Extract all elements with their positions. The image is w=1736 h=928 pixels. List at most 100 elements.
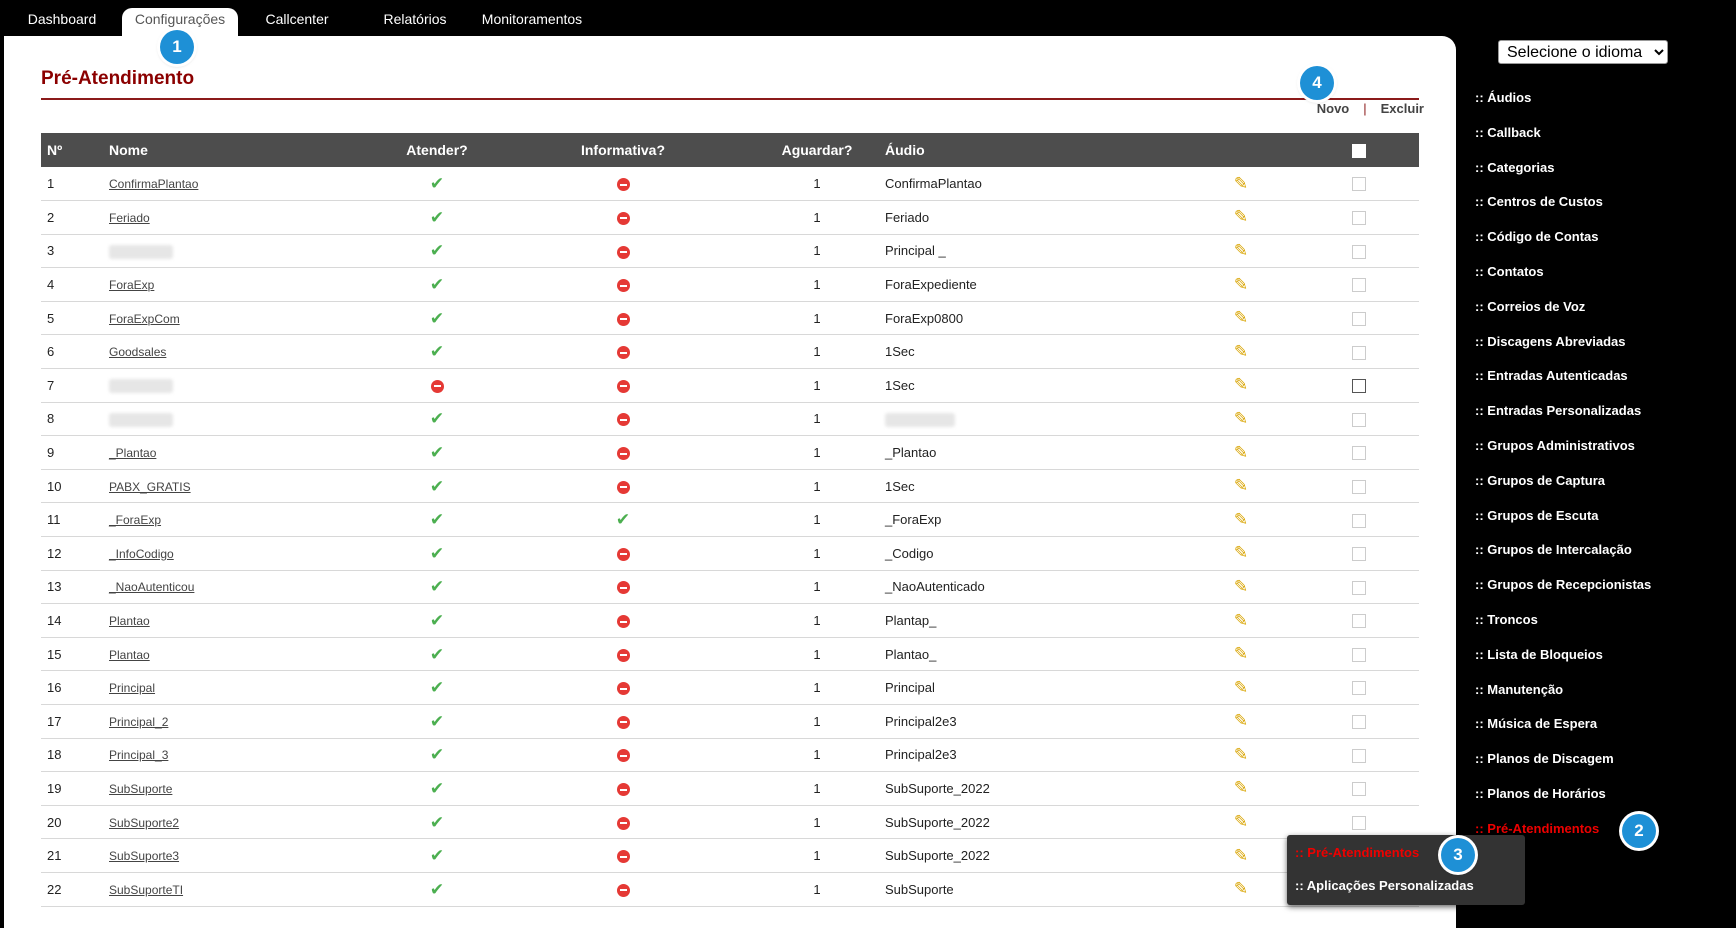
pencil-icon[interactable]: ✎ <box>1234 207 1248 226</box>
sidebar-menu-item[interactable]: :: Lista de Bloqueios <box>1475 647 1603 662</box>
sidebar-menu-item[interactable]: :: Áudios <box>1475 90 1531 105</box>
sidebar-menu-item[interactable]: :: Contatos <box>1475 264 1544 279</box>
pencil-icon[interactable]: ✎ <box>1234 611 1248 630</box>
submenu-item-pre-atendimentos[interactable]: :: Pré-Atendimentos <box>1295 845 1419 860</box>
sidebar-menu-item[interactable]: :: Grupos de Captura <box>1475 473 1605 488</box>
row-checkbox[interactable] <box>1352 211 1366 226</box>
row-checkbox[interactable] <box>1352 681 1366 696</box>
sidebar-menu-item[interactable]: :: Manutenção <box>1475 682 1563 697</box>
row-audio: 1Sec <box>885 478 915 494</box>
row-name-link[interactable]: SubSuporte <box>109 782 172 796</box>
row-checkbox[interactable] <box>1352 815 1366 830</box>
pencil-icon[interactable]: ✎ <box>1234 778 1248 797</box>
pencil-icon[interactable]: ✎ <box>1234 678 1248 697</box>
sidebar-menu-item[interactable]: :: Código de Contas <box>1475 229 1599 244</box>
sidebar-menu-item[interactable]: :: Entradas Autenticadas <box>1475 368 1628 383</box>
table-row: 11 _ForaExp ✔ ✔ 1 _ForaExp ✎ <box>41 503 1419 537</box>
row-name-link[interactable]: _InfoCodigo <box>109 547 174 561</box>
pencil-icon[interactable]: ✎ <box>1234 443 1248 462</box>
row-name-link[interactable]: Plantao <box>109 648 150 662</box>
sidebar-menu-item[interactable]: :: Planos de Horários <box>1475 786 1606 801</box>
row-checkbox[interactable] <box>1352 379 1366 394</box>
row-checkbox[interactable] <box>1352 580 1366 595</box>
pencil-icon[interactable]: ✎ <box>1234 577 1248 596</box>
pencil-icon[interactable]: ✎ <box>1234 241 1248 260</box>
row-checkbox[interactable] <box>1352 748 1366 763</box>
row-name-link[interactable]: ForaExp <box>109 278 154 292</box>
pencil-icon[interactable]: ✎ <box>1234 644 1248 663</box>
pencil-icon[interactable]: ✎ <box>1234 543 1248 562</box>
row-checkbox[interactable] <box>1352 647 1366 662</box>
sidebar-menu-item[interactable]: :: Entradas Personalizadas <box>1475 403 1641 418</box>
row-checkbox[interactable] <box>1352 513 1366 528</box>
sidebar-menu-item[interactable]: :: Grupos de Recepcionistas <box>1475 577 1651 592</box>
sidebar-menu-item[interactable]: :: Correios de Voz <box>1475 299 1585 314</box>
pencil-icon[interactable]: ✎ <box>1234 846 1248 865</box>
row-name-link[interactable]: SubSuporte2 <box>109 816 179 830</box>
row-checkbox[interactable] <box>1352 412 1366 427</box>
sidebar-menu-item[interactable]: :: Pré-Atendimentos <box>1475 821 1599 836</box>
row-checkbox[interactable] <box>1352 446 1366 461</box>
pencil-icon[interactable]: ✎ <box>1234 275 1248 294</box>
row-name-link[interactable]: Plantao <box>109 614 150 628</box>
row-audio: SubSuporte_2022 <box>885 848 990 864</box>
tab-monitoramentos[interactable]: Monitoramentos <box>476 8 588 38</box>
row-name-link[interactable]: Goodsales <box>109 345 166 359</box>
no-entry-icon <box>616 816 630 830</box>
sidebar-menu-item[interactable]: :: Grupos Administrativos <box>1475 438 1635 453</box>
tab-dashboard[interactable]: Dashboard <box>14 8 110 38</box>
row-name-link[interactable]: SubSuporte3 <box>109 849 179 863</box>
row-name-link[interactable]: _ForaExp <box>109 513 161 527</box>
row-name-link[interactable]: ConfirmaPlantao <box>109 177 198 191</box>
language-select[interactable]: Selecione o idioma <box>1498 40 1668 64</box>
pencil-icon[interactable]: ✎ <box>1234 409 1248 428</box>
row-checkbox[interactable] <box>1352 479 1366 494</box>
pencil-icon[interactable]: ✎ <box>1234 375 1248 394</box>
sidebar-menu-item[interactable]: :: Centros de Custos <box>1475 194 1603 209</box>
pencil-icon[interactable]: ✎ <box>1234 812 1248 831</box>
table-row: 15 Plantao ✔ 1 Plantao_ ✎ <box>41 637 1419 671</box>
row-checkbox[interactable] <box>1352 782 1366 797</box>
new-button[interactable]: Novo <box>1317 101 1350 116</box>
tab-callcenter[interactable]: Callcenter <box>250 8 344 38</box>
pencil-icon[interactable]: ✎ <box>1234 745 1248 764</box>
sidebar-menu-item[interactable]: :: Planos de Discagem <box>1475 751 1614 766</box>
sidebar-menu-item[interactable]: :: Categorias <box>1475 160 1554 175</box>
row-checkbox[interactable] <box>1352 278 1366 293</box>
submenu-item-aplicacoes-personalizadas[interactable]: :: Aplicações Personalizadas <box>1295 878 1474 893</box>
row-name-link[interactable]: Feriado <box>109 211 150 225</box>
pencil-icon[interactable]: ✎ <box>1234 174 1248 193</box>
row-edit-cell: ✎ <box>1183 671 1299 705</box>
row-checkbox[interactable] <box>1352 715 1366 730</box>
sidebar-menu-item[interactable]: :: Troncos <box>1475 612 1538 627</box>
sidebar-menu-item[interactable]: :: Callback <box>1475 125 1541 140</box>
row-checkbox[interactable] <box>1352 547 1366 562</box>
row-checkbox[interactable] <box>1352 614 1366 629</box>
sidebar-menu-item[interactable]: :: Grupos de Intercalação <box>1475 542 1632 557</box>
pencil-icon[interactable]: ✎ <box>1234 476 1248 495</box>
row-name-link[interactable]: PABX_GRATIS <box>109 480 191 494</box>
row-checkbox[interactable] <box>1352 311 1366 326</box>
delete-button[interactable]: Excluir <box>1381 101 1424 116</box>
row-name-link[interactable]: ForaExpCom <box>109 312 180 326</box>
select-all-checkbox[interactable] <box>1352 144 1366 159</box>
row-name-link[interactable]: Principal_2 <box>109 715 168 729</box>
row-atender: ✔ <box>383 872 491 906</box>
sidebar-menu-item[interactable]: :: Grupos de Escuta <box>1475 508 1599 523</box>
tab-relatorios[interactable]: Relatórios <box>370 8 460 38</box>
row-checkbox[interactable] <box>1352 244 1366 259</box>
row-checkbox[interactable] <box>1352 345 1366 360</box>
pencil-icon[interactable]: ✎ <box>1234 711 1248 730</box>
row-name-link[interactable]: Principal_3 <box>109 748 168 762</box>
sidebar-menu-item[interactable]: :: Discagens Abreviadas <box>1475 334 1626 349</box>
row-name-link[interactable]: SubSuporteTI <box>109 883 183 897</box>
row-name-link[interactable]: Principal <box>109 681 155 695</box>
pencil-icon[interactable]: ✎ <box>1234 510 1248 529</box>
row-name-link[interactable]: _Plantao <box>109 446 156 460</box>
pencil-icon[interactable]: ✎ <box>1234 879 1248 898</box>
row-name-link[interactable]: _NaoAutenticou <box>109 580 194 594</box>
row-checkbox[interactable] <box>1352 177 1366 192</box>
pencil-icon[interactable]: ✎ <box>1234 342 1248 361</box>
pencil-icon[interactable]: ✎ <box>1234 308 1248 327</box>
sidebar-menu-item[interactable]: :: Música de Espera <box>1475 716 1597 731</box>
